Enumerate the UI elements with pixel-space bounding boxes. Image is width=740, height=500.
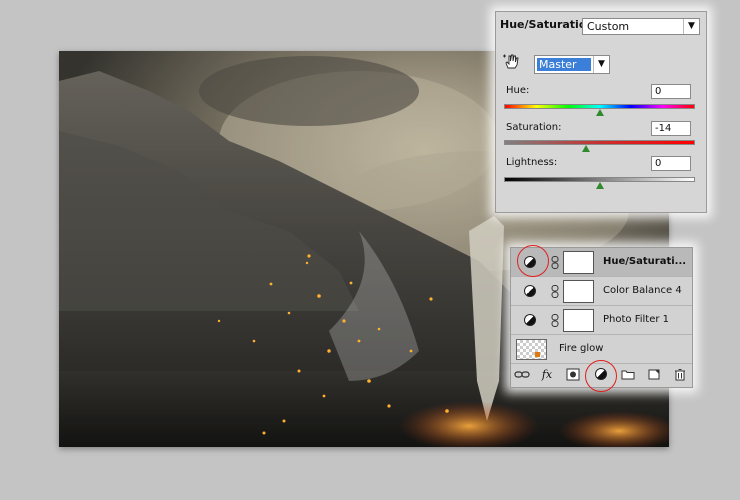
lightness-slider-thumb[interactable] — [595, 182, 604, 189]
panel-title: Hue/Saturation — [500, 18, 595, 31]
link-icon[interactable] — [551, 314, 559, 327]
preset-select[interactable]: Custom ▼ — [582, 18, 700, 35]
channel-value: Master — [537, 58, 591, 71]
layer-mask-thumbnail[interactable] — [563, 251, 594, 274]
link-layers-icon[interactable] — [514, 368, 530, 381]
layer-name: Fire glow — [559, 343, 604, 354]
highlight-circle — [585, 360, 617, 392]
layer-name: Color Balance 4 — [603, 285, 682, 296]
trash-icon[interactable] — [673, 368, 687, 381]
hue-label: Hue: — [506, 85, 530, 96]
saturation-input[interactable]: -14 — [651, 121, 691, 136]
adjustment-layer-icon — [524, 314, 536, 326]
hue-input[interactable]: 0 — [651, 84, 691, 99]
layer-name: Hue/Saturati... — [603, 256, 687, 267]
folder-icon[interactable] — [621, 368, 635, 381]
layer-thumbnail[interactable] — [516, 339, 547, 360]
lightness-input[interactable]: 0 — [651, 156, 691, 171]
layer-mask-thumbnail[interactable] — [563, 280, 594, 303]
hue-saturation-panel: Hue/Saturation Custom ▼ Master ▼ Hue: 0 … — [495, 11, 707, 213]
layer-row[interactable]: Photo Filter 1 — [511, 306, 692, 335]
hue-slider-thumb[interactable] — [595, 109, 604, 116]
chevron-down-icon: ▼ — [593, 56, 609, 73]
highlight-circle — [517, 245, 549, 277]
targeted-adjustment-hand-icon[interactable] — [502, 53, 520, 71]
saturation-slider[interactable] — [504, 140, 695, 145]
layer-row[interactable]: Color Balance 4 — [511, 277, 692, 306]
new-layer-icon[interactable] — [647, 368, 661, 381]
layer-style-button[interactable]: fx — [537, 368, 557, 381]
layer-mask-thumbnail[interactable] — [563, 309, 594, 332]
adjustment-layer-icon — [524, 285, 536, 297]
layer-name: Photo Filter 1 — [603, 314, 670, 325]
chevron-down-icon: ▼ — [683, 19, 699, 34]
preset-value: Custom — [587, 20, 630, 33]
saturation-slider-thumb[interactable] — [582, 145, 591, 152]
channel-select[interactable]: Master ▼ — [534, 55, 610, 74]
add-mask-icon[interactable] — [566, 368, 580, 381]
link-icon[interactable] — [551, 256, 559, 269]
link-icon[interactable] — [551, 285, 559, 298]
lightness-label: Lightness: — [506, 157, 558, 168]
saturation-label: Saturation: — [506, 122, 562, 133]
